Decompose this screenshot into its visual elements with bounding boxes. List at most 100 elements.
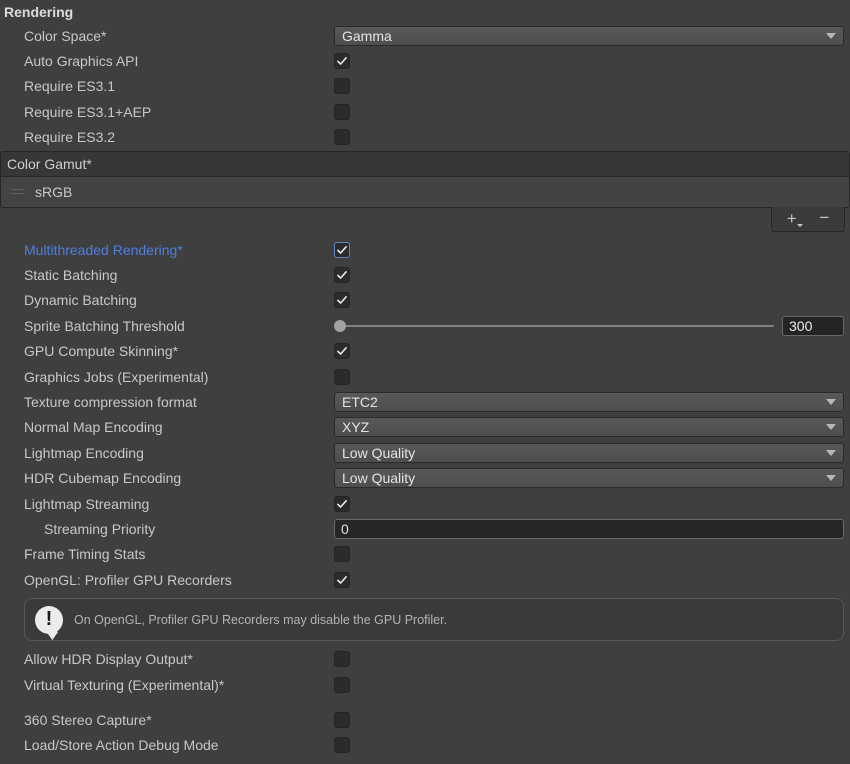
color-gamut-list-item[interactable]: sRGB [1,177,849,207]
color-gamut-item-label: sRGB [35,184,72,200]
multithreaded-rendering-checkbox[interactable] [334,242,350,258]
lightmap-encoding-dropdown[interactable]: Low Quality [334,443,844,463]
auto-graphics-api-row: Auto Graphics API [0,48,850,73]
color-gamut-list: Color Gamut* sRGB [0,151,850,208]
opengl-profiler-gpu-recorders-control [334,572,844,588]
add-item-button[interactable]: + [779,209,805,229]
dynamic-batching-label: Dynamic Batching [24,292,334,308]
chevron-down-icon [826,33,836,39]
allow-hdr-display-output-checkbox[interactable] [334,651,350,667]
streaming-priority-row: Streaming Priority [0,516,850,541]
hdr-cubemap-encoding-dropdown[interactable]: Low Quality [334,468,844,488]
main-rows-group: Multithreaded Rendering*Static BatchingD… [0,237,850,592]
player-settings-rendering-panel: Rendering Color Space* Gamma Auto Graphics… [0,0,850,764]
frame-timing-stats-label: Frame Timing Stats [24,546,334,562]
info-box: ! On OpenGL, Profiler GPU Recorders may … [24,598,844,641]
360-stereo-capture-checkbox[interactable] [334,712,350,728]
virtual-texturing-experimental-label: Virtual Texturing (Experimental)* [24,677,334,693]
require-es31-aep-checkbox[interactable] [334,104,350,120]
require-es32-checkbox[interactable] [334,129,350,145]
multithreaded-rendering-control [334,242,844,258]
graphics-jobs-experimental-row: Graphics Jobs (Experimental) [0,364,850,389]
chevron-down-icon [826,399,836,405]
color-gamut-header[interactable]: Color Gamut* [1,152,849,177]
auto-graphics-api-checkbox[interactable] [334,53,350,69]
graphics-jobs-experimental-label: Graphics Jobs (Experimental) [24,369,334,385]
slider-thumb[interactable] [334,320,346,332]
static-batching-row: Static Batching [0,262,850,287]
minus-icon: − [819,209,829,226]
color-space-dropdown-value: Gamma [342,28,826,44]
texture-compression-format-control: ETC2 [334,392,844,412]
virtual-texturing-experimental-checkbox[interactable] [334,677,350,693]
virtual-texturing-experimental-row: Virtual Texturing (Experimental)* [0,672,850,697]
gpu-compute-skinning-control [334,343,844,359]
chevron-down-icon [826,450,836,456]
load-store-action-debug-mode-checkbox[interactable] [334,737,350,753]
texture-compression-format-dropdown[interactable]: ETC2 [334,392,844,412]
load-store-action-debug-mode-row: Load/Store Action Debug Mode [0,733,850,758]
bottom-rows-group-b: 360 Stereo Capture* Load/Store Action Deb… [0,707,850,758]
load-store-action-debug-mode-control [334,737,844,753]
require-es31-aep-label: Require ES3.1+AEP [24,104,334,120]
normal-map-encoding-control: XYZ [334,417,844,437]
gpu-compute-skinning-label: GPU Compute Skinning* [24,343,334,359]
texture-compression-format-dropdown-value: ETC2 [342,394,826,410]
sprite-batching-threshold-row: Sprite Batching Threshold [0,313,850,338]
lightmap-encoding-control: Low Quality [334,443,844,463]
section-title: Rendering [4,4,73,20]
normal-map-encoding-dropdown[interactable]: XYZ [334,417,844,437]
360-stereo-capture-row: 360 Stereo Capture* [0,707,850,732]
dynamic-batching-checkbox[interactable] [334,292,350,308]
require-es31-control [334,78,844,94]
top-rows-group: Color Space* Gamma Auto Graphics API Requir… [0,23,850,150]
opengl-profiler-gpu-recorders-row: OpenGL: Profiler GPU Recorders [0,567,850,592]
static-batching-checkbox[interactable] [334,267,350,283]
sprite-batching-threshold-value-field[interactable] [782,316,844,336]
allow-hdr-display-output-control [334,651,844,667]
remove-item-button[interactable]: − [811,209,837,229]
bottom-rows-group-a: Allow HDR Display Output* Virtual Texturi… [0,646,850,697]
texture-compression-format-row: Texture compression formatETC2 [0,389,850,414]
color-space-row: Color Space* Gamma [0,23,850,48]
warning-bubble-icon: ! [35,606,63,634]
require-es31-label: Require ES3.1 [24,78,334,94]
opengl-profiler-gpu-recorders-label: OpenGL: Profiler GPU Recorders [24,572,334,588]
static-batching-label: Static Batching [24,267,334,283]
plus-icon: + [787,210,797,227]
opengl-profiler-gpu-recorders-checkbox[interactable] [334,572,350,588]
slider-track [334,325,774,327]
require-es31-aep-row: Require ES3.1+AEP [0,99,850,124]
require-es31-aep-control [334,104,844,120]
color-space-label: Color Space* [24,28,334,44]
frame-timing-stats-row: Frame Timing Stats [0,542,850,567]
lightmap-streaming-label: Lightmap Streaming [24,496,334,512]
lightmap-streaming-checkbox[interactable] [334,496,350,512]
require-es31-checkbox[interactable] [334,78,350,94]
chevron-down-icon [826,424,836,430]
allow-hdr-display-output-row: Allow HDR Display Output* [0,646,850,671]
streaming-priority-control [334,519,844,539]
360-stereo-capture-control [334,712,844,728]
sprite-batching-threshold-slider[interactable] [334,318,774,334]
streaming-priority-field[interactable] [334,519,844,539]
color-space-control: Gamma [334,26,844,46]
lightmap-streaming-control [334,496,844,512]
auto-graphics-api-control [334,53,844,69]
lightmap-streaming-row: Lightmap Streaming [0,491,850,516]
drag-handle-icon[interactable] [11,189,25,194]
require-es32-row: Require ES3.2 [0,125,850,150]
graphics-jobs-experimental-control [334,369,844,385]
sprite-batching-threshold-control [334,316,844,336]
auto-graphics-api-label: Auto Graphics API [24,53,334,69]
gpu-compute-skinning-checkbox[interactable] [334,343,350,359]
chevron-down-icon [826,475,836,481]
color-space-dropdown[interactable]: Gamma [334,26,844,46]
frame-timing-stats-checkbox[interactable] [334,546,350,562]
360-stereo-capture-label: 360 Stereo Capture* [24,712,334,728]
allow-hdr-display-output-label: Allow HDR Display Output* [24,651,334,667]
section-header: Rendering [0,0,850,23]
hdr-cubemap-encoding-dropdown-value: Low Quality [342,470,826,486]
graphics-jobs-experimental-checkbox[interactable] [334,369,350,385]
require-es31-row: Require ES3.1 [0,74,850,99]
